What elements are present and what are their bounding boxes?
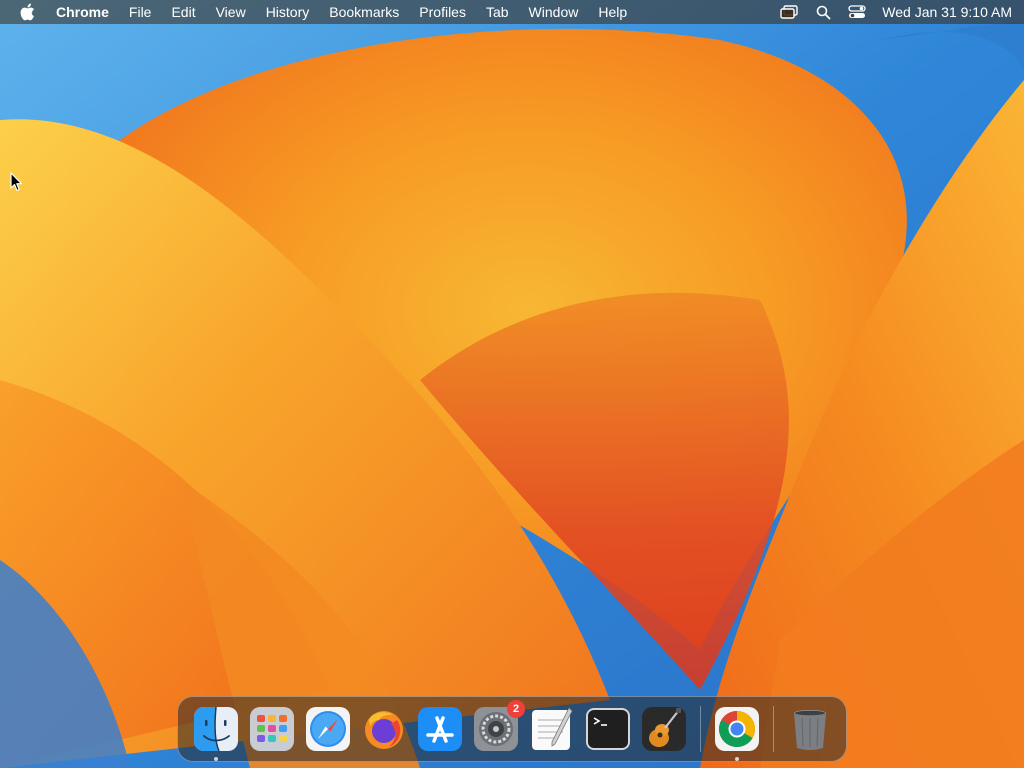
- menu-window[interactable]: Window: [519, 0, 589, 24]
- apple-logo-icon[interactable]: [16, 1, 38, 23]
- dock-google-chrome[interactable]: [714, 706, 760, 761]
- menu-bar-clock[interactable]: Wed Jan 31 9:10 AM: [882, 4, 1012, 20]
- desktop-wallpaper: [0, 0, 1024, 768]
- garageband-icon: [642, 707, 686, 751]
- safari-icon: [306, 707, 350, 751]
- dock: 2: [177, 696, 847, 762]
- menu-help[interactable]: Help: [588, 0, 637, 24]
- dock-trash[interactable]: [787, 706, 833, 752]
- screen-mirroring-icon[interactable]: [776, 0, 802, 24]
- trash-icon: [794, 710, 826, 750]
- finder-icon: [194, 706, 238, 752]
- dock-terminal[interactable]: [585, 706, 631, 752]
- dock-finder[interactable]: [193, 706, 239, 761]
- terminal-icon: [586, 708, 630, 750]
- dock-system-settings[interactable]: 2: [473, 700, 525, 752]
- chrome-icon: [715, 707, 759, 751]
- dock-separator: [773, 706, 774, 752]
- menu-bookmarks[interactable]: Bookmarks: [319, 0, 409, 24]
- menu-profiles[interactable]: Profiles: [409, 0, 476, 24]
- dock-textedit[interactable]: [529, 706, 575, 752]
- running-indicator: [735, 757, 739, 761]
- running-indicator: [214, 757, 218, 761]
- firefox-icon: [365, 711, 403, 749]
- textedit-icon: [532, 707, 573, 750]
- dock-firefox[interactable]: [361, 706, 407, 752]
- menu-edit[interactable]: Edit: [161, 0, 205, 24]
- dock-app-store[interactable]: [417, 706, 463, 752]
- dock-separator: [700, 706, 701, 752]
- dock-safari[interactable]: [305, 706, 351, 752]
- menu-bar: Chrome File Edit View History Bookmarks …: [0, 0, 1024, 24]
- launchpad-icon: [250, 707, 294, 751]
- menu-view[interactable]: View: [206, 0, 256, 24]
- status-area: Wed Jan 31 9:10 AM: [768, 0, 1024, 24]
- notification-badge: 2: [507, 700, 525, 718]
- dock-garageband[interactable]: [641, 706, 687, 752]
- menu-history[interactable]: History: [256, 0, 320, 24]
- control-center-icon[interactable]: [844, 0, 870, 24]
- menu-file[interactable]: File: [119, 0, 162, 24]
- spotlight-search-icon[interactable]: [810, 0, 836, 24]
- mouse-pointer-icon: [10, 172, 23, 192]
- menu-tab[interactable]: Tab: [476, 0, 519, 24]
- menu-app-chrome[interactable]: Chrome: [46, 0, 119, 24]
- app-store-icon: [418, 707, 462, 751]
- dock-launchpad[interactable]: [249, 706, 295, 752]
